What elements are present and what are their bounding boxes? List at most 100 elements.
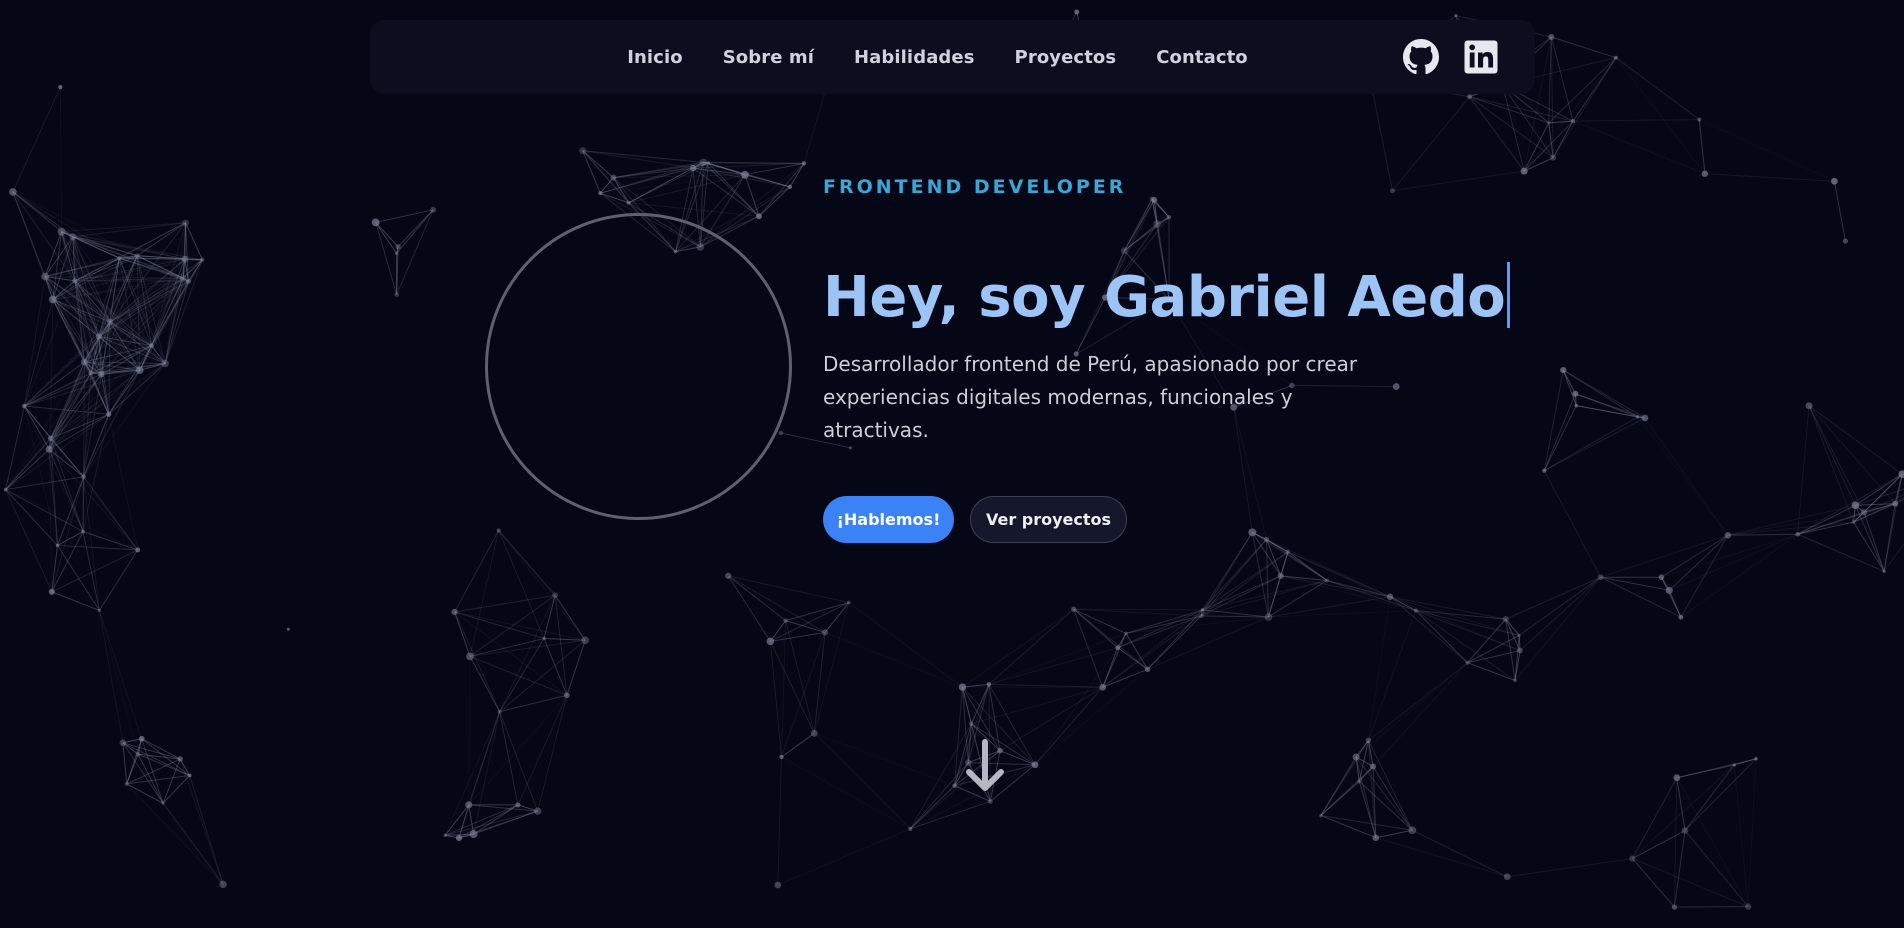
network-link bbox=[498, 530, 556, 596]
nav-link-proyectos[interactable]: Proyectos bbox=[1015, 47, 1117, 68]
network-link bbox=[1544, 416, 1638, 472]
network-node bbox=[810, 729, 818, 737]
network-link bbox=[727, 575, 771, 642]
github-icon[interactable] bbox=[1403, 39, 1439, 75]
network-node bbox=[58, 84, 63, 90]
network-link bbox=[1833, 181, 1846, 242]
network-link bbox=[1320, 756, 1357, 816]
network-node bbox=[1892, 500, 1899, 507]
network-link bbox=[909, 785, 955, 830]
network-link bbox=[454, 594, 556, 613]
network-link bbox=[5, 489, 53, 593]
network-link bbox=[1680, 533, 1798, 618]
network-link bbox=[1073, 608, 1119, 649]
network-link bbox=[1562, 369, 1577, 406]
network-node bbox=[1115, 645, 1121, 651]
network-node bbox=[1732, 763, 1736, 767]
network-node bbox=[466, 652, 474, 661]
network-link bbox=[498, 530, 545, 639]
network-node bbox=[1370, 763, 1377, 770]
network-node bbox=[1701, 170, 1709, 177]
network-link bbox=[1469, 96, 1554, 159]
network-node bbox=[138, 735, 145, 742]
network-node bbox=[766, 637, 775, 646]
network-link bbox=[1034, 668, 1148, 766]
network-node bbox=[1851, 501, 1860, 510]
network-link bbox=[1808, 405, 1856, 506]
network-link bbox=[1600, 576, 1670, 591]
network-node bbox=[1560, 367, 1567, 374]
network-link bbox=[137, 753, 164, 804]
network-link bbox=[1631, 858, 1675, 908]
network-link bbox=[769, 641, 815, 734]
network-node bbox=[430, 206, 437, 213]
network-node bbox=[200, 257, 205, 262]
network-node bbox=[1264, 536, 1270, 542]
network-node bbox=[1665, 586, 1673, 594]
linkedin-icon[interactable] bbox=[1463, 39, 1499, 75]
network-link bbox=[1372, 662, 1468, 767]
network-link bbox=[468, 656, 471, 805]
network-node bbox=[72, 278, 78, 284]
network-node bbox=[45, 445, 53, 453]
network-node bbox=[1408, 826, 1417, 835]
network-link bbox=[1808, 405, 1855, 523]
nav-link-contacto[interactable]: Contacto bbox=[1156, 47, 1248, 68]
network-link bbox=[1412, 829, 1508, 878]
network-node bbox=[47, 435, 54, 442]
network-link bbox=[1698, 119, 1706, 174]
network-node bbox=[98, 371, 105, 378]
social-links bbox=[1403, 39, 1499, 75]
network-node bbox=[1389, 188, 1395, 194]
network-link bbox=[1102, 615, 1202, 688]
network-link bbox=[1863, 512, 1885, 572]
network-node bbox=[1198, 613, 1204, 619]
network-link bbox=[1200, 551, 1289, 617]
network-link bbox=[1147, 616, 1269, 670]
network-node bbox=[1597, 574, 1604, 581]
nav-link-inicio[interactable]: Inicio bbox=[627, 47, 683, 68]
network-link bbox=[988, 608, 1075, 685]
network-link bbox=[1034, 686, 1104, 766]
network-node bbox=[1658, 574, 1665, 581]
network-link bbox=[1467, 662, 1516, 681]
network-link bbox=[51, 545, 58, 592]
network-node bbox=[1548, 34, 1555, 41]
network-node bbox=[48, 588, 55, 595]
network-link bbox=[82, 476, 85, 532]
network-link bbox=[1883, 503, 1896, 572]
network-node bbox=[181, 255, 189, 263]
network-node bbox=[689, 164, 697, 172]
network-link bbox=[473, 810, 538, 835]
network-link bbox=[1797, 503, 1896, 535]
nav-link-habilidades[interactable]: Habilidades bbox=[854, 47, 975, 68]
network-node bbox=[969, 721, 974, 726]
network-node bbox=[626, 200, 631, 205]
network-node bbox=[787, 184, 793, 189]
network-link bbox=[1551, 36, 1617, 59]
view-projects-button[interactable]: Ver proyectos bbox=[970, 496, 1127, 543]
typing-caret bbox=[1507, 262, 1511, 328]
network-link bbox=[988, 647, 1118, 685]
network-link bbox=[1661, 533, 1798, 578]
network-node bbox=[699, 158, 708, 166]
network-link bbox=[517, 695, 568, 806]
network-link bbox=[1668, 590, 1682, 618]
nav-link-sobre-mi[interactable]: Sobre mí bbox=[723, 47, 814, 68]
network-link bbox=[185, 222, 203, 260]
network-node bbox=[1503, 873, 1511, 881]
contact-button[interactable]: ¡Hablemos! bbox=[823, 496, 954, 543]
network-link bbox=[179, 758, 224, 885]
network-node bbox=[1550, 154, 1557, 161]
network-link bbox=[162, 775, 190, 804]
nav-links: Inicio Sobre mí Habilidades Proyectos Co… bbox=[370, 20, 1535, 94]
network-node bbox=[1724, 532, 1732, 539]
network-link bbox=[1202, 532, 1253, 611]
network-node bbox=[1285, 549, 1291, 555]
network-link bbox=[1637, 416, 1729, 536]
network-node bbox=[179, 274, 187, 282]
network-link bbox=[1797, 504, 1856, 535]
network-link bbox=[727, 575, 826, 633]
arrow-down-icon[interactable] bbox=[962, 738, 1008, 794]
network-node bbox=[1319, 813, 1323, 818]
